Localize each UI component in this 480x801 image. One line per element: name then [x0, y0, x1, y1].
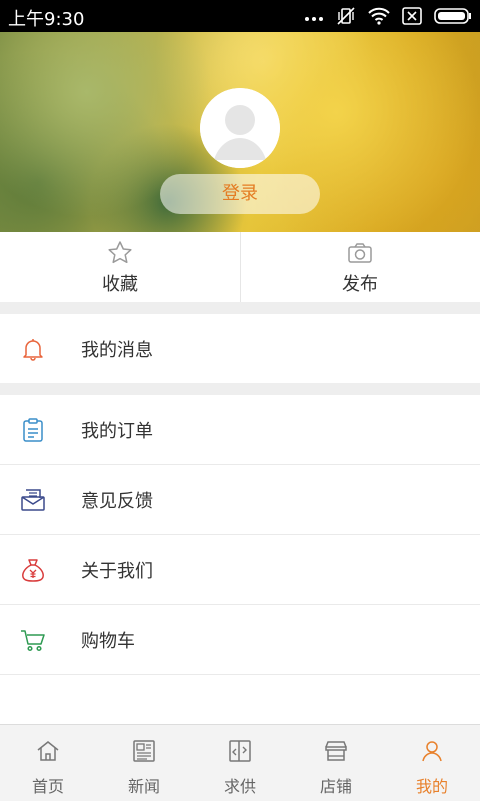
list-item-feedback[interactable]: 意见反馈 — [0, 465, 480, 535]
bell-icon — [20, 336, 46, 362]
list-item-about[interactable]: 关于我们 — [0, 535, 480, 605]
nav-label: 我的 — [415, 777, 448, 796]
list-item-label: 意见反馈 — [81, 491, 153, 512]
nav-label: 首页 — [31, 777, 64, 796]
nav-news[interactable]: 新闻 — [96, 725, 192, 801]
nav-label: 新闻 — [127, 777, 160, 796]
default-avatar-icon[interactable] — [200, 88, 280, 168]
list-item-label: 关于我们 — [81, 561, 153, 582]
supply-demand-icon — [228, 739, 252, 767]
status-time: 上午9:30 — [8, 9, 85, 30]
envelope-icon — [20, 487, 46, 513]
nav-home[interactable]: 首页 — [0, 725, 96, 801]
nav-label: 求供 — [223, 777, 256, 796]
login-button[interactable]: 登录 — [160, 174, 320, 214]
list-item-label: 我的订单 — [81, 421, 153, 442]
star-icon — [107, 240, 133, 270]
status-icons — [304, 6, 472, 26]
favorites-button[interactable]: 收藏 — [0, 232, 240, 302]
list-item-orders[interactable]: 我的订单 — [0, 395, 480, 465]
nav-mine[interactable]: 我的 — [384, 725, 480, 801]
home-icon — [36, 739, 60, 767]
status-bar: 上午9:30 — [0, 0, 480, 32]
sim-off-icon — [402, 7, 422, 25]
favorites-label: 收藏 — [102, 274, 138, 295]
bottom-nav: 首页 新闻 求供 店铺 我的 — [0, 724, 480, 801]
nav-label: 店铺 — [319, 777, 352, 796]
quick-actions: 收藏 发布 — [0, 232, 480, 303]
nav-supply[interactable]: 求供 — [192, 725, 288, 801]
list-item-label: 购物车 — [81, 631, 135, 652]
section-divider — [0, 302, 480, 314]
more-dots-icon — [304, 7, 324, 25]
camera-icon — [347, 240, 373, 270]
publish-button[interactable]: 发布 — [240, 232, 480, 302]
profile-header: 登录 — [0, 32, 480, 232]
nav-store[interactable]: 店铺 — [288, 725, 384, 801]
cart-icon — [20, 627, 46, 653]
battery-icon — [434, 7, 472, 25]
clipboard-icon — [20, 417, 46, 443]
list-item-label: 我的消息 — [81, 340, 153, 361]
user-icon — [420, 739, 444, 767]
wifi-icon — [368, 7, 390, 25]
money-bag-icon — [20, 557, 46, 583]
news-icon — [132, 739, 156, 767]
list-item-cart[interactable]: 购物车 — [0, 605, 480, 675]
section-divider — [0, 383, 480, 395]
list-item-messages[interactable]: 我的消息 — [0, 314, 480, 384]
store-icon — [324, 739, 348, 767]
vibrate-off-icon — [336, 6, 356, 26]
publish-label: 发布 — [342, 274, 378, 295]
